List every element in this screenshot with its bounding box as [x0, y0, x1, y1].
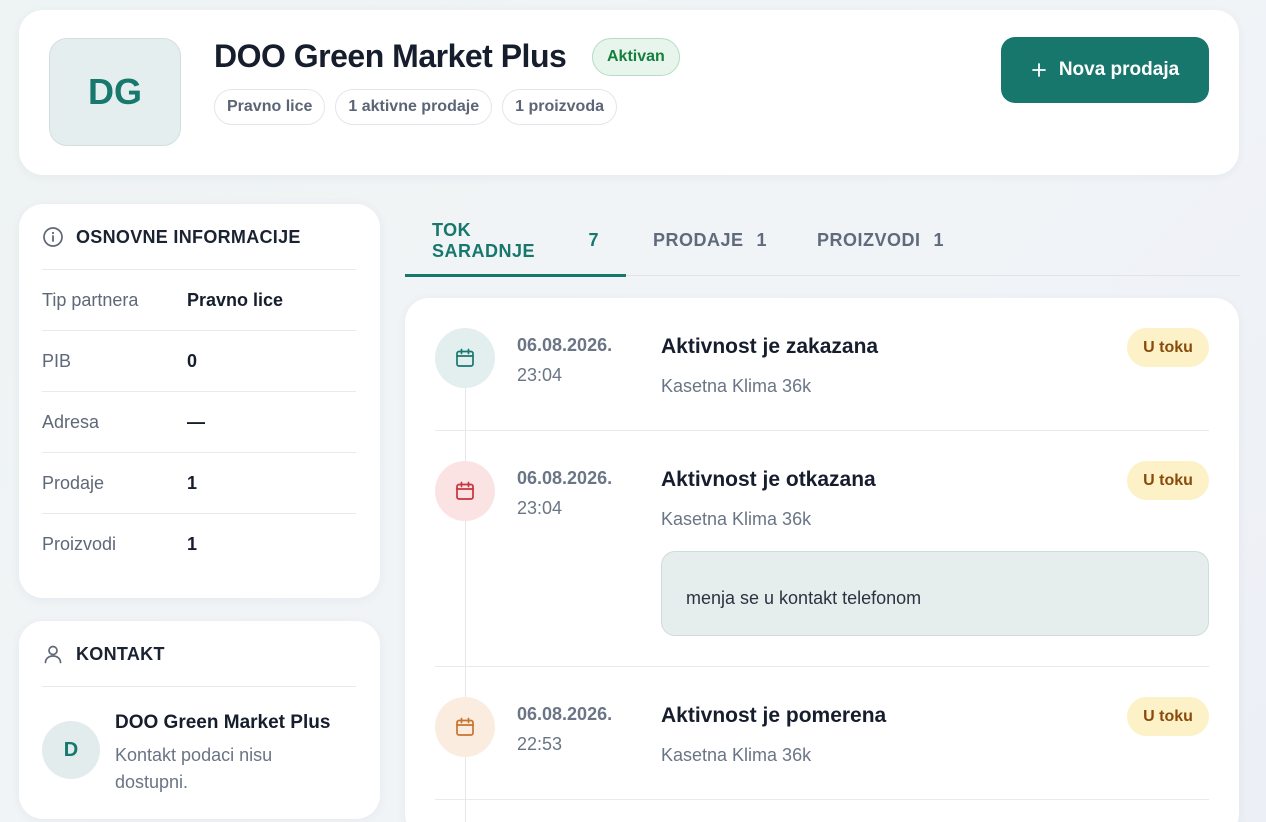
info-label: Prodaje: [42, 472, 105, 493]
tab-count: 1: [756, 230, 768, 250]
tab-count: 1: [933, 230, 945, 250]
info-value: 1: [187, 533, 198, 554]
event-status-badge: U toku: [1127, 461, 1209, 500]
event-divider: [435, 430, 1209, 431]
chip-partner-type: Pravno lice: [214, 89, 326, 125]
chip-products: 1 proizvoda: [502, 89, 617, 125]
calendar-icon: [435, 328, 495, 388]
new-sale-button[interactable]: Nova prodaja: [1001, 37, 1209, 103]
tab-label: PRODAJE: [653, 230, 744, 250]
event-date: 06.08.2026.: [517, 468, 613, 488]
contact-card: KONTAKT D DOO Green Market Plus Kontakt …: [19, 621, 380, 819]
basic-info-title-text: OSNOVNE INFORMACIJE: [76, 226, 301, 247]
info-row-pib: PIB 0: [42, 330, 356, 391]
event-status-badge: U toku: [1127, 697, 1209, 736]
info-rows: Tip partnera Pravno lice PIB 0 Adresa — …: [42, 269, 356, 574]
info-row-partner-type: Tip partnera Pravno lice: [42, 269, 356, 330]
contact-title-text: KONTAKT: [76, 643, 165, 664]
event-product: Kasetna Klima 36k: [661, 509, 812, 529]
info-row-sales: Prodaje 1: [42, 452, 356, 513]
event-date: 06.08.2026.: [517, 335, 613, 355]
tab-bar: TOK SARADNJE 7 PRODAJE 1 PROIZVODI 1: [405, 205, 1240, 277]
contact-note: Kontakt podaci nisu dostupni.: [115, 745, 273, 792]
calendar-icon: [435, 461, 495, 521]
event-status-badge: U toku: [1127, 328, 1209, 367]
chip-active-sales: 1 aktivne prodaje: [335, 89, 493, 125]
contact-divider: [42, 686, 356, 687]
basic-info-title: OSNOVNE INFORMACIJE: [42, 226, 301, 248]
plus-icon: [1031, 63, 1046, 77]
contact-title: KONTAKT: [42, 643, 165, 665]
event-title: Aktivnost je otkazana: [661, 468, 876, 491]
partner-name: DOO Green Market Plus: [214, 38, 567, 74]
contact-name: DOO Green Market Plus: [115, 712, 331, 733]
activity-timeline: 06.08.2026. 23:04 Aktivnost je zakazana …: [405, 298, 1239, 822]
tab-label: PROIZVODI: [817, 230, 921, 250]
contact-avatar: D: [42, 721, 100, 779]
new-sale-label: Nova prodaja: [1058, 59, 1180, 80]
status-badge: Aktivan: [592, 38, 680, 76]
tab-count: 7: [588, 230, 599, 250]
event-title: Aktivnost je pomerena: [661, 704, 887, 727]
info-value: 1: [187, 472, 198, 493]
event-title: Aktivnost je zakazana: [661, 335, 879, 358]
calendar-icon: [435, 697, 495, 757]
event-date: 06.08.2026.: [517, 704, 613, 724]
event-time: 23:04: [517, 365, 563, 385]
user-icon: [42, 643, 64, 665]
tab-products[interactable]: PROIZVODI 1: [817, 205, 944, 276]
event-time: 22:53: [517, 734, 563, 754]
event-time: 23:04: [517, 498, 563, 518]
info-label: Adresa: [42, 411, 100, 432]
info-row-address: Adresa —: [42, 391, 356, 452]
tab-sales[interactable]: PRODAJE 1: [653, 205, 767, 276]
info-icon: [42, 226, 64, 248]
tab-collaboration-flow[interactable]: TOK SARADNJE 7: [405, 205, 626, 277]
info-label: PIB: [42, 350, 72, 371]
event-divider: [435, 799, 1209, 800]
partner-avatar: DG: [49, 38, 181, 146]
info-label: Proizvodi: [42, 533, 117, 554]
event-product: Kasetna Klima 36k: [661, 745, 812, 765]
event-product: Kasetna Klima 36k: [661, 376, 812, 396]
info-value: —: [187, 411, 205, 432]
info-row-products: Proizvodi 1: [42, 513, 356, 574]
info-value: Pravno lice: [187, 289, 284, 310]
event-note: menja se u kontakt telefonom: [661, 551, 1209, 636]
partner-chips: Pravno lice 1 aktivne prodaje 1 proizvod…: [214, 89, 617, 125]
basic-info-card: OSNOVNE INFORMACIJE Tip partnera Pravno …: [19, 204, 380, 598]
info-value: 0: [187, 350, 198, 371]
event-divider: [435, 666, 1209, 667]
tab-label: TOK SARADNJE: [432, 219, 536, 261]
partner-header: DG DOO Green Market Plus Aktivan Pravno …: [19, 10, 1239, 175]
info-label: Tip partnera: [42, 289, 139, 310]
